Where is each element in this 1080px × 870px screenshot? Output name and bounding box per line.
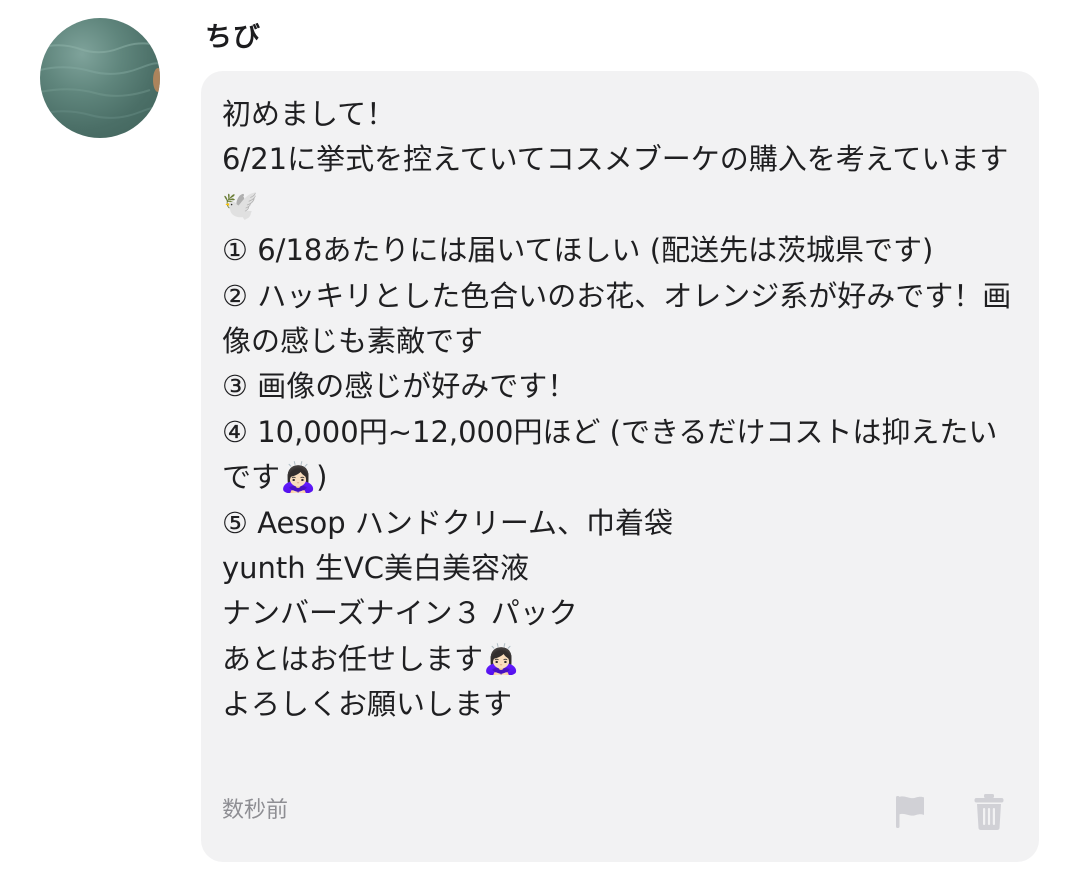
flag-icon bbox=[896, 796, 924, 828]
delete-button[interactable] bbox=[973, 793, 1005, 831]
avatar-water-image bbox=[40, 42, 160, 119]
message-bubble: 初めまして！ 6/21に挙式を控えていてコスメブーケの購入を考えています🕊️ ①… bbox=[201, 71, 1039, 862]
trash-icon bbox=[974, 794, 1004, 830]
timestamp: 数秒前 bbox=[222, 798, 289, 823]
report-button[interactable] bbox=[893, 793, 927, 831]
avatar[interactable] bbox=[40, 18, 160, 138]
message-text: 初めまして！ 6/21に挙式を控えていてコスメブーケの購入を考えています🕊️ ①… bbox=[222, 97, 1012, 722]
username[interactable]: ちび bbox=[205, 20, 261, 56]
